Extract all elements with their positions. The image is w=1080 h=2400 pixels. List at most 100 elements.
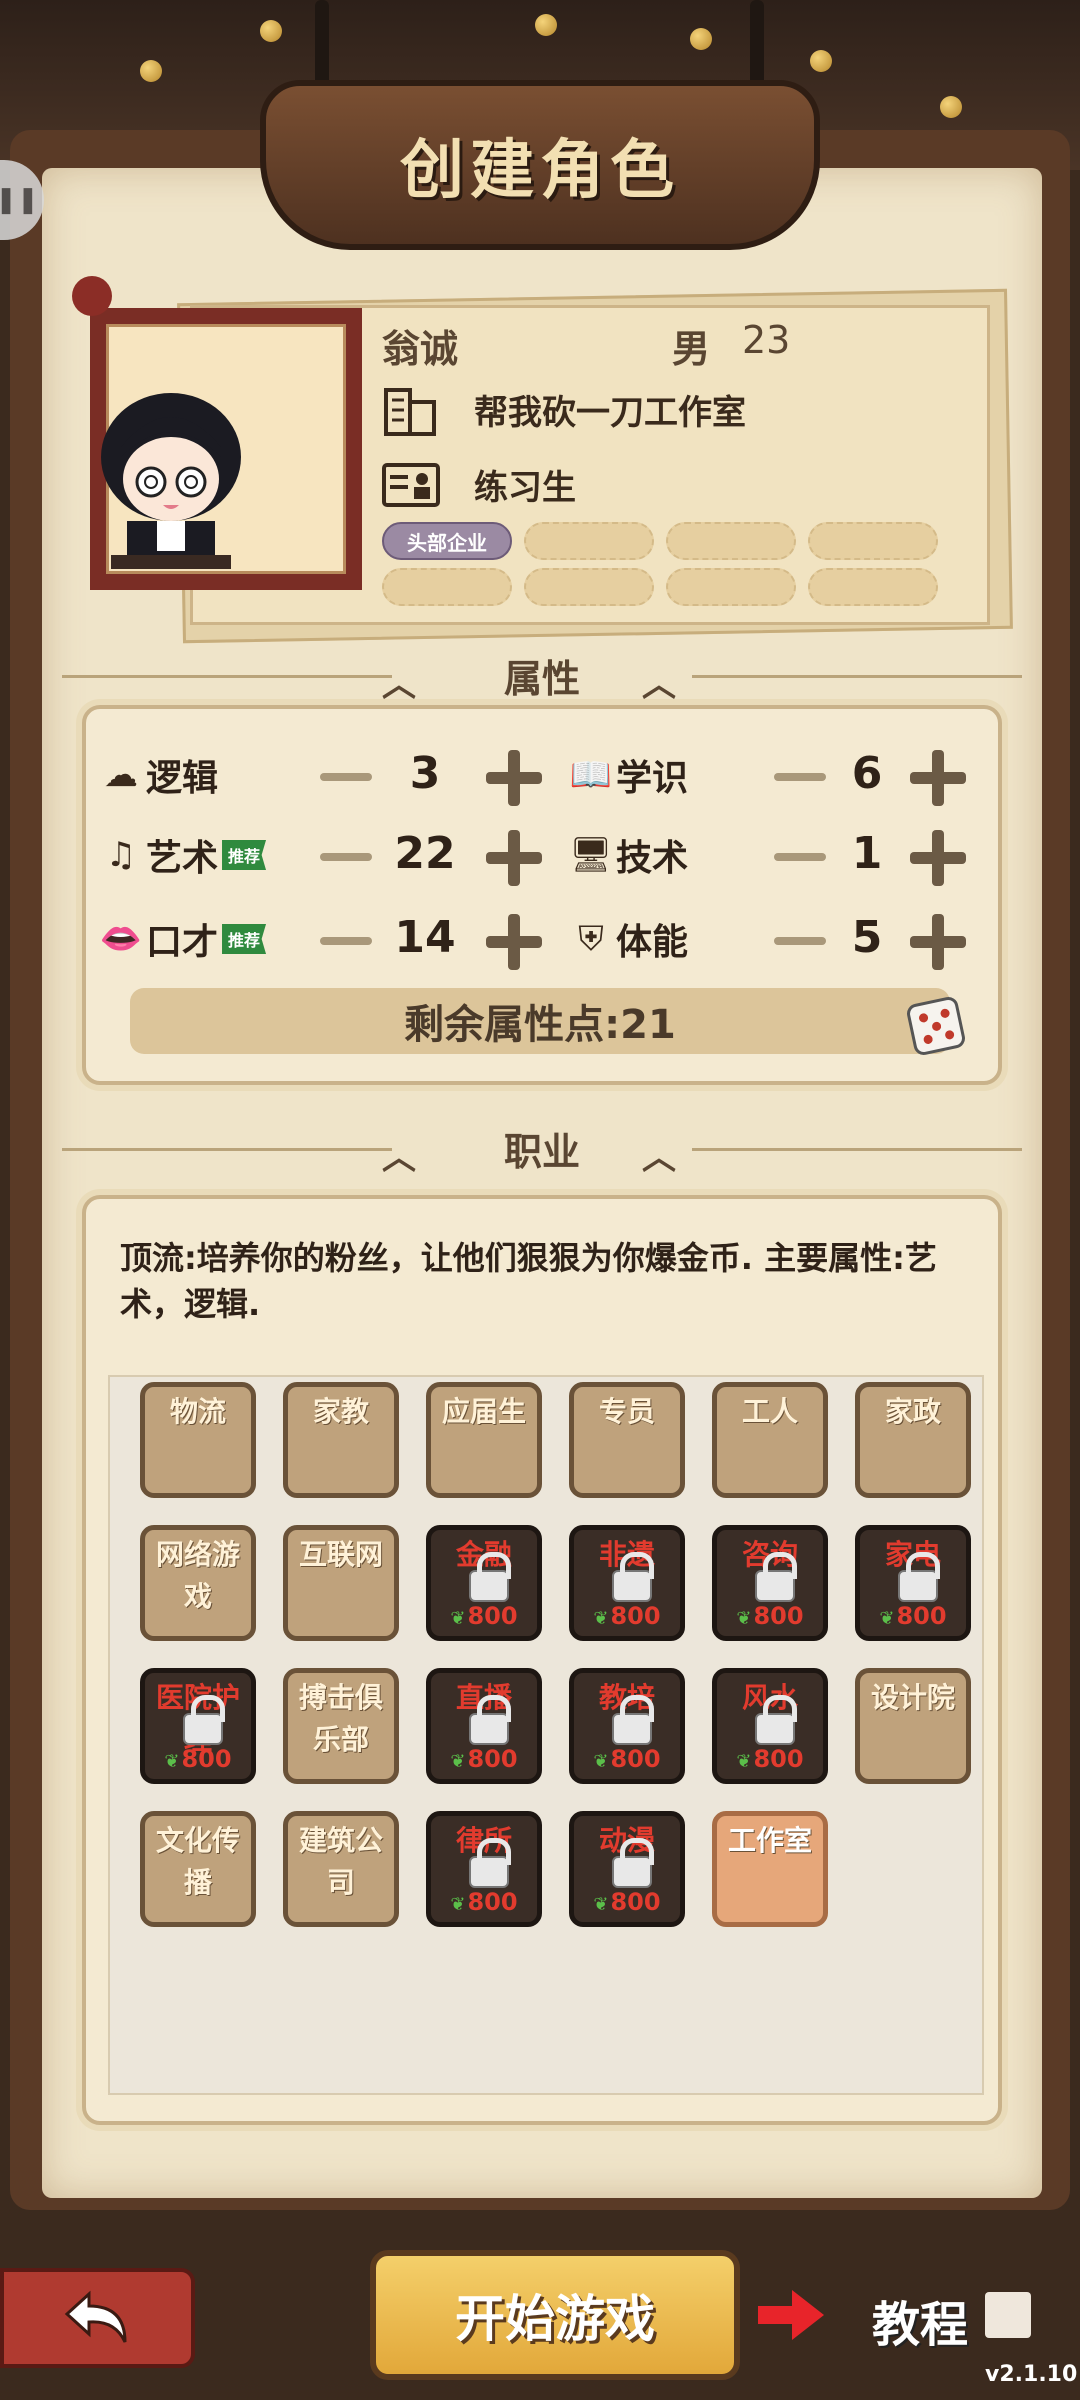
rivet-decoration bbox=[260, 20, 282, 42]
building-icon bbox=[384, 388, 436, 436]
job-tile[interactable]: 咨询❦800 bbox=[712, 1525, 828, 1641]
job-label: 工作室 bbox=[727, 1824, 812, 1857]
chevron-up-icon: ︿ bbox=[382, 1138, 416, 1178]
tag-empty-slot bbox=[524, 568, 654, 606]
unlock-price-value: 800 bbox=[753, 1745, 804, 1773]
unlock-price: ❦800 bbox=[431, 1603, 537, 1632]
job-tile[interactable]: 风水❦800 bbox=[712, 1668, 828, 1784]
attr-stamina-minus-button[interactable] bbox=[774, 937, 826, 945]
attr-stamina-label: 体能 bbox=[616, 922, 689, 963]
job-tile[interactable]: 医院护理❦800 bbox=[140, 1668, 256, 1784]
attr-art-minus-button[interactable] bbox=[320, 853, 372, 861]
attr-tech-label: 技术 bbox=[616, 838, 689, 879]
job-tile[interactable]: 设计院 bbox=[855, 1668, 971, 1784]
job-description: 顶流:培养你的粉丝，让他们狠狠为你爆金币. 主要属性:艺术，逻辑. bbox=[120, 1239, 937, 1323]
job-tile[interactable]: 家教 bbox=[283, 1382, 399, 1498]
attr-logic-minus-button[interactable] bbox=[320, 773, 372, 781]
position-name: 练习生 bbox=[474, 467, 576, 508]
jobs-section-header: ︿ 职业 ︿ bbox=[42, 1118, 1042, 1178]
job-label: 家教 bbox=[312, 1395, 369, 1428]
attr-stamina-value: 5 bbox=[851, 912, 883, 963]
dice-randomize-button[interactable] bbox=[905, 995, 967, 1057]
lock-icon bbox=[469, 1695, 511, 1745]
position-row: 练习生 bbox=[382, 455, 576, 513]
grass-currency-icon: ❦ bbox=[879, 1608, 895, 1629]
character-name: 翁诚 bbox=[382, 327, 459, 371]
job-tile[interactable]: 网络游戏 bbox=[140, 1525, 256, 1641]
attr-knowledge-plus-button[interactable] bbox=[910, 750, 966, 806]
job-label: 搏击俱乐部 bbox=[298, 1681, 383, 1756]
tutorial-checkbox[interactable] bbox=[985, 2292, 1031, 2338]
job-tile[interactable]: 金融❦800 bbox=[426, 1525, 542, 1641]
unlock-price: ❦800 bbox=[574, 1746, 680, 1775]
chevron-up-icon: ︿ bbox=[382, 665, 416, 705]
job-tile[interactable]: 搏击俱乐部 bbox=[283, 1668, 399, 1784]
attr-art-plus-button[interactable] bbox=[486, 830, 542, 886]
chevron-up-icon: ︿ bbox=[642, 1138, 676, 1178]
lock-icon bbox=[755, 1552, 797, 1602]
job-tile[interactable]: 互联网 bbox=[283, 1525, 399, 1641]
unlock-price: ❦800 bbox=[574, 1889, 680, 1918]
grass-currency-icon: ❦ bbox=[450, 1751, 466, 1772]
back-button[interactable] bbox=[0, 2268, 195, 2368]
job-tile[interactable]: 建筑公司 bbox=[283, 1811, 399, 1927]
unlock-price: ❦800 bbox=[860, 1603, 966, 1632]
attr-knowledge-value: 6 bbox=[851, 748, 883, 799]
job-tile[interactable]: 专员 bbox=[569, 1382, 685, 1498]
rivet-decoration bbox=[940, 96, 962, 118]
attr-logic-plus-button[interactable] bbox=[486, 750, 542, 806]
lock-icon bbox=[898, 1552, 940, 1602]
grass-currency-icon: ❦ bbox=[593, 1894, 609, 1915]
tag-empty-slot bbox=[382, 568, 512, 606]
job-tile[interactable]: 非遗❦800 bbox=[569, 1525, 685, 1641]
job-tile[interactable]: 直播❦800 bbox=[426, 1668, 542, 1784]
attr-eloquence-label: 口才 bbox=[146, 922, 219, 963]
job-tile[interactable]: 律所❦800 bbox=[426, 1811, 542, 1927]
attr-stamina-plus-button[interactable] bbox=[910, 914, 966, 970]
job-tile[interactable]: 工人 bbox=[712, 1382, 828, 1498]
grass-currency-icon: ❦ bbox=[450, 1608, 466, 1629]
unlock-price: ❦800 bbox=[717, 1603, 823, 1632]
start-game-button[interactable]: 开始游戏 bbox=[370, 2250, 740, 2380]
recommend-badge: 推荐 bbox=[222, 840, 267, 870]
attr-tech-plus-button[interactable] bbox=[910, 830, 966, 886]
music-note-icon: ♫ bbox=[105, 835, 137, 875]
tag-empty-slot bbox=[666, 568, 796, 606]
lock-icon bbox=[469, 1838, 511, 1888]
tag-empty-slot bbox=[808, 522, 938, 560]
shield-bolt-icon: ⛨ bbox=[578, 919, 604, 959]
unlock-price-value: 800 bbox=[467, 1602, 518, 1630]
attr-art-value: 22 bbox=[394, 828, 456, 879]
job-label: 网络游戏 bbox=[155, 1538, 240, 1613]
job-tile[interactable]: 应届生 bbox=[426, 1382, 542, 1498]
unlock-price-value: 800 bbox=[610, 1602, 661, 1630]
version-label: v2.1.10 bbox=[985, 2362, 1078, 2387]
lips-icon: 👄 bbox=[99, 919, 143, 959]
job-label: 设计院 bbox=[870, 1681, 955, 1714]
job-label: 专员 bbox=[598, 1395, 655, 1428]
unlock-price: ❦800 bbox=[574, 1603, 680, 1632]
grass-currency-icon: ❦ bbox=[593, 1751, 609, 1772]
job-tile[interactable]: 家政 bbox=[855, 1382, 971, 1498]
job-label: 应届生 bbox=[441, 1395, 526, 1428]
page-title: 创建角色 bbox=[400, 134, 680, 208]
attr-eloquence-plus-button[interactable] bbox=[486, 914, 542, 970]
job-tile[interactable]: 工作室 bbox=[712, 1811, 828, 1927]
divider-line bbox=[62, 1148, 392, 1151]
job-tile[interactable]: 家电❦800 bbox=[855, 1525, 971, 1641]
chevron-up-icon: ︿ bbox=[642, 665, 676, 705]
portrait-frame bbox=[90, 308, 362, 590]
attr-tech-minus-button[interactable] bbox=[774, 853, 826, 861]
job-label: 工人 bbox=[741, 1395, 798, 1428]
lock-icon bbox=[612, 1838, 654, 1888]
job-tile[interactable]: 动漫❦800 bbox=[569, 1811, 685, 1927]
portrait-inner bbox=[101, 324, 346, 574]
job-tile[interactable]: 教培❦800 bbox=[569, 1668, 685, 1784]
job-tile[interactable]: 文化传播 bbox=[140, 1811, 256, 1927]
recommend-badge: 推荐 bbox=[222, 924, 267, 954]
attr-knowledge-minus-button[interactable] bbox=[774, 773, 826, 781]
attr-art-label: 艺术 bbox=[146, 838, 219, 879]
job-tile[interactable]: 物流 bbox=[140, 1382, 256, 1498]
profile-name-row: 翁诚 男 23 bbox=[382, 318, 982, 374]
attr-eloquence-minus-button[interactable] bbox=[320, 937, 372, 945]
